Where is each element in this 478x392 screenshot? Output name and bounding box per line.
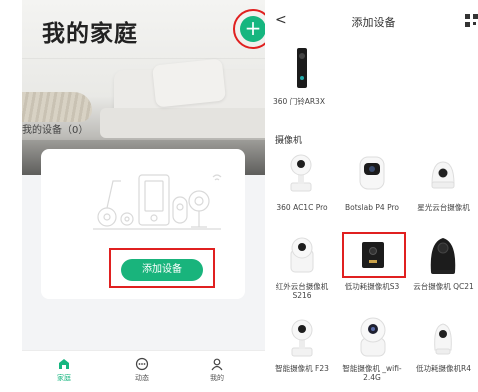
my-devices-label: 我的设备（0） [22,125,89,136]
home-icon [59,359,69,369]
bottom-tab-bar: 家庭 动态 我的 [22,350,265,392]
tab-home[interactable]: 家庭 [39,357,89,383]
camera-r4-icon[interactable] [431,320,455,356]
home-screen: 我的家庭 + 我的设备（0） 添加设备 家庭 动态 我的 [22,0,265,392]
device-label: 红外云台摄像机 S216 [275,282,329,300]
camera-s216-icon[interactable] [287,236,317,274]
device-label: 星光云台摄像机 [417,203,470,212]
activity-icon [135,357,149,371]
page-title: 我的家庭 [42,21,138,47]
doorbell-image[interactable] [297,48,307,88]
empty-devices-card: 添加设备 [41,149,245,299]
tab-activity-label: 动态 [135,374,149,382]
nav-title: 添加设备 [351,16,396,29]
device-label: 智能摄像机 _wifi-2.4G [342,364,402,382]
qr-scan-icon[interactable] [465,14,478,27]
highlight-circle [233,9,265,49]
tab-home-label: 家庭 [57,374,71,382]
wall-line [22,58,265,59]
device-label: 低功耗摄像机R4 [416,364,471,373]
highlight-box-s3 [342,232,406,278]
camera-qc21-icon[interactable] [427,232,459,276]
tab-profile-label: 我的 [210,374,224,382]
device-label: Botslab P4 Pro [345,203,399,212]
camera-wifi24-icon[interactable] [358,316,388,358]
device-label: 智能摄像机 F23 [275,364,329,373]
device-label: 云台摄像机 QC21 [413,282,474,291]
camera-starlight-icon[interactable] [429,158,457,190]
sofa-seat [100,108,265,138]
highlight-box-add-button [109,248,215,288]
blanket [22,92,92,122]
camera-f23-icon[interactable] [289,318,315,358]
tab-activity[interactable]: 动态 [117,357,167,383]
add-device-screen: < 添加设备 360 门铃AR3X 摄像机 360 AC1C Pro Botsl… [269,0,478,392]
tab-profile[interactable]: 我的 [192,357,242,383]
device-label: 360 AC1C Pro [276,203,328,212]
pillow [151,58,227,108]
device-label-doorbell: 360 门铃AR3X [273,97,325,106]
camera-botslab-icon[interactable] [358,155,386,191]
camera-ac1c-icon[interactable] [288,153,314,193]
device-label: 低功耗摄像机S3 [344,282,400,291]
section-title-cameras: 摄像机 [275,136,303,146]
smart-devices-illustration-icon [93,174,222,230]
profile-icon [211,358,223,371]
